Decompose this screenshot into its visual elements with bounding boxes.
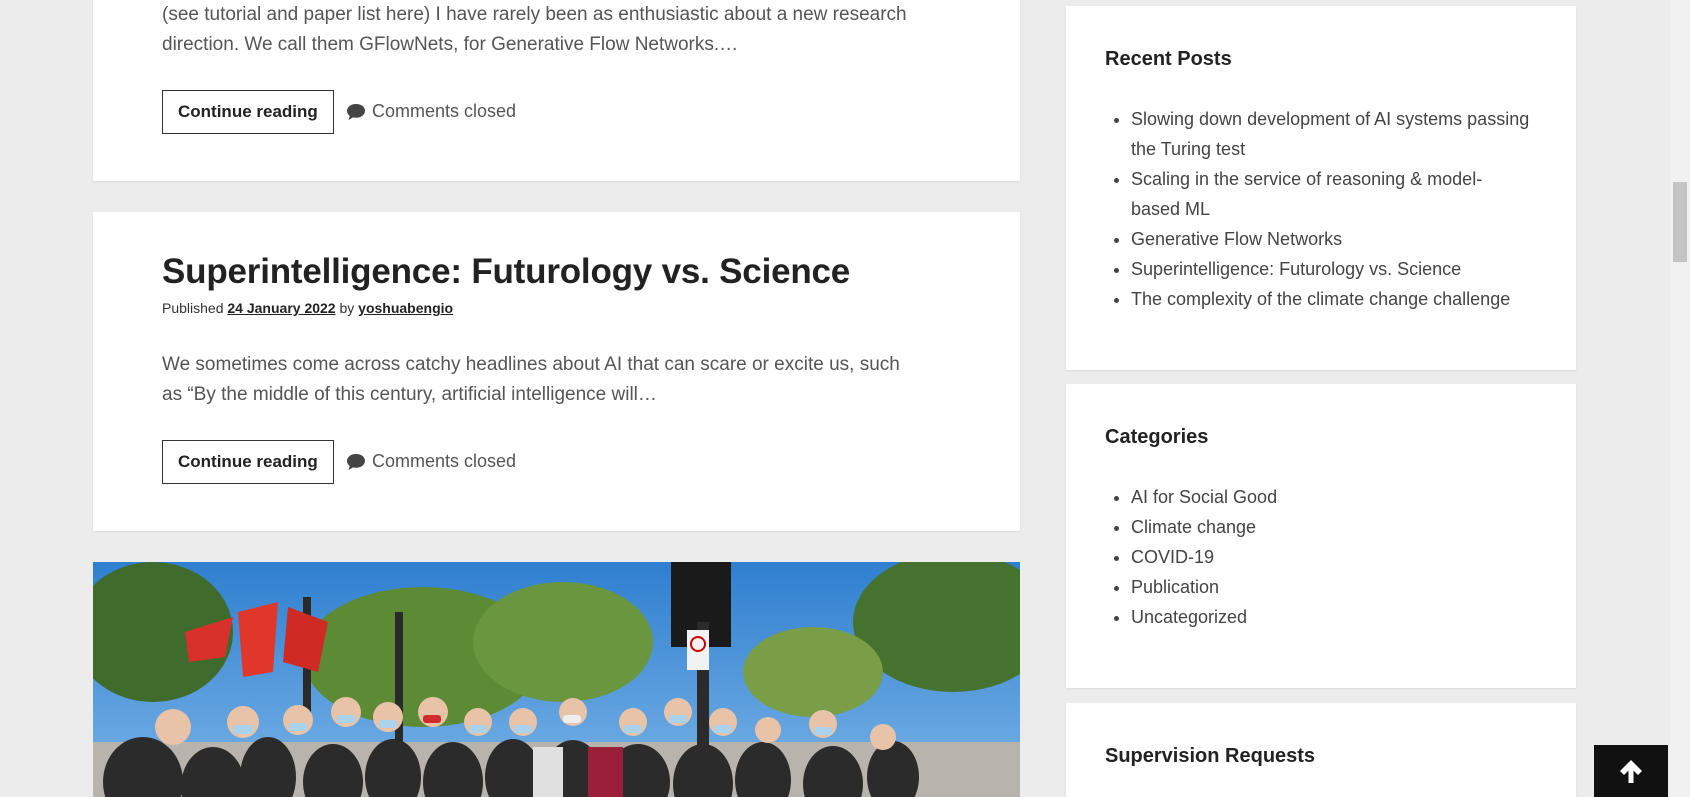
post-card-gflownets: (see tutorial and paper list here) I hav… [93,0,1020,181]
list-item: Slowing down development of AI systems p… [1131,104,1531,164]
climate-march-photo [93,562,1020,797]
list-item: Superintelligence: Futurology vs. Scienc… [1131,254,1531,284]
widget-categories: Categories AI for Social Good Climate ch… [1066,384,1576,688]
list-item: AI for Social Good [1131,482,1531,512]
excerpt-line: as “By the middle of this century, artif… [162,384,657,405]
recent-post-link[interactable]: Slowing down development of AI systems p… [1131,109,1529,159]
post-featured-image[interactable] [93,562,1020,797]
page-scrollbar[interactable] [1670,0,1690,797]
category-link[interactable]: AI for Social Good [1131,487,1277,507]
recent-posts-list: Slowing down development of AI systems p… [1105,104,1531,314]
comments-status: Comments closed [346,101,516,122]
meta-published-label: Published [162,300,224,316]
comment-icon [347,453,365,470]
widget-title: Categories [1105,426,1209,448]
category-link[interactable]: Climate change [1131,517,1256,537]
comments-label: Comments closed [372,451,517,471]
excerpt-line: (see tutorial and paper list here) I hav… [162,4,907,25]
widget-supervision-requests: Supervision Requests [1066,703,1576,797]
scrollbar-thumb[interactable] [1673,182,1687,262]
post-title[interactable]: Superintelligence: Futurology vs. Scienc… [162,252,850,292]
excerpt-line: We sometimes come across catchy headline… [162,354,900,375]
meta-by-label: by [339,300,355,316]
recent-post-link[interactable]: Scaling in the service of reasoning & mo… [1131,169,1482,219]
continue-reading-button[interactable]: Continue reading [162,440,334,484]
list-item: The complexity of the climate change cha… [1131,284,1531,314]
post-excerpt: (see tutorial and paper list here) I hav… [162,0,907,60]
widget-title: Recent Posts [1105,48,1232,70]
list-item: Uncategorized [1131,602,1531,632]
recent-post-link[interactable]: Generative Flow Networks [1131,229,1342,249]
comments-status: Comments closed [346,451,516,472]
list-item: Scaling in the service of reasoning & mo… [1131,164,1531,224]
post-meta: Published 24 January 2022 by yoshuabengi… [162,300,453,316]
widget-recent-posts: Recent Posts Slowing down development of… [1066,6,1576,370]
post-excerpt: We sometimes come across catchy headline… [162,350,900,410]
recent-post-link[interactable]: The complexity of the climate change cha… [1131,289,1510,309]
post-card-superintelligence: Superintelligence: Futurology vs. Scienc… [93,212,1020,531]
list-item: COVID-19 [1131,542,1531,572]
list-item: Generative Flow Networks [1131,224,1531,254]
post-date-link[interactable]: 24 January 2022 [227,300,335,316]
continue-reading-button[interactable]: Continue reading [162,90,334,134]
category-link[interactable]: COVID-19 [1131,547,1214,567]
recent-post-link[interactable]: Superintelligence: Futurology vs. Scienc… [1131,259,1461,279]
list-item: Publication [1131,572,1531,602]
widget-title: Supervision Requests [1105,745,1316,767]
arrow-up-icon [1620,760,1642,783]
comment-icon [347,103,365,120]
category-link[interactable]: Publication [1131,577,1219,597]
list-item: Climate change [1131,512,1531,542]
comments-label: Comments closed [372,101,517,121]
back-to-top-button[interactable] [1594,745,1668,797]
excerpt-line: direction. We call them GFlowNets, for G… [162,34,739,55]
post-author-link[interactable]: yoshuabengio [358,300,453,316]
category-link[interactable]: Uncategorized [1131,607,1247,627]
categories-list: AI for Social Good Climate change COVID-… [1105,482,1531,632]
